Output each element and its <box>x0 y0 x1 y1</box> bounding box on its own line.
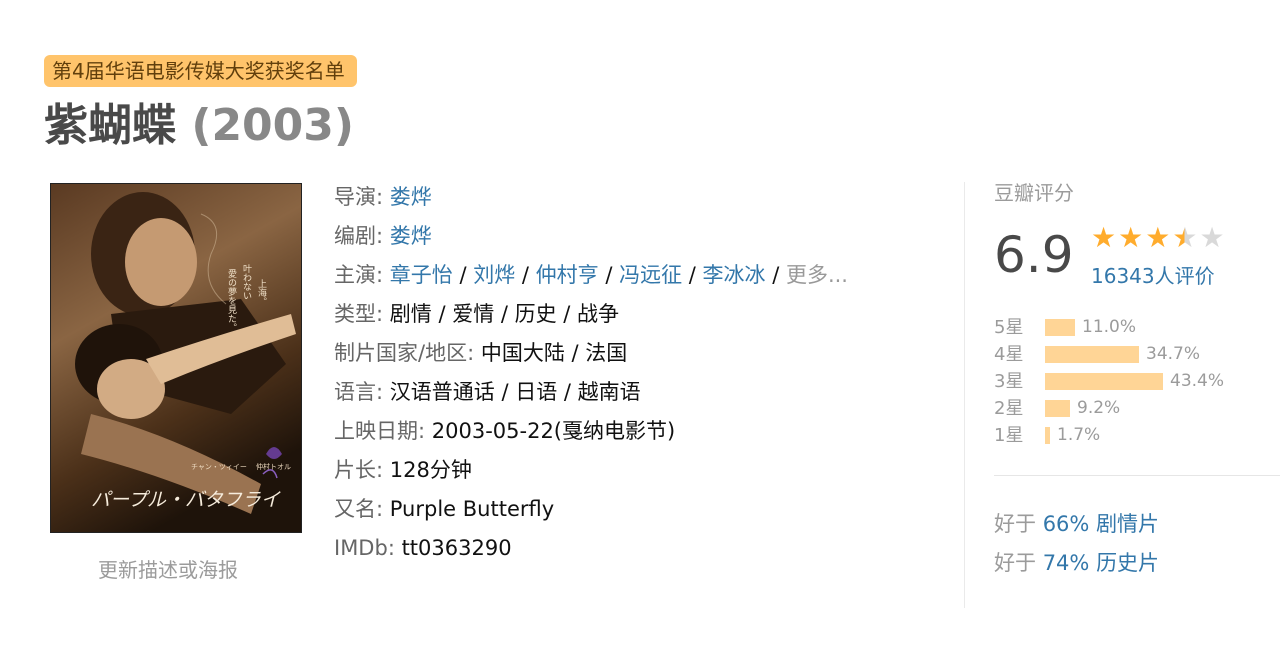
language-value: 汉语普通话 / 日语 / 越南语 <box>389 380 641 404</box>
runtime-row: 片长: 128分钟 <box>334 451 934 490</box>
distribution-label: 1星 <box>994 425 1024 446</box>
better-than-row: 好于 66% 剧情片 <box>994 505 1159 544</box>
release-value: 2003-05-22(戛纳电影节) <box>431 419 676 443</box>
writer-label: 编剧 <box>334 224 376 248</box>
distribution-bar <box>1045 427 1050 444</box>
better-than-prefix: 好于 <box>994 551 1036 575</box>
distribution-row: 3星 43.4% <box>994 368 1224 395</box>
imdb-value: tt0363290 <box>401 536 512 560</box>
distribution-percent: 1.7% <box>1057 425 1101 445</box>
better-than-row: 好于 74% 历史片 <box>994 544 1159 583</box>
country-label: 制片国家/地区: <box>334 341 475 365</box>
star-full-icon: ★ <box>1118 221 1144 254</box>
rating-title: 豆瓣评分 <box>994 181 1074 205</box>
distribution-percent: 9.2% <box>1077 398 1121 418</box>
release-row: 上映日期: 2003-05-22(戛纳电影节) <box>334 412 934 451</box>
distribution-percent: 34.7% <box>1146 344 1201 364</box>
svg-text:叶わない: 叶わない <box>241 264 252 300</box>
distribution-percent: 43.4% <box>1170 371 1225 391</box>
cast-link[interactable]: 李冰冰 <box>703 263 766 287</box>
movie-poster[interactable]: 上海。 叶わない 愛の夢を見た。 チャン・ツィイー 仲村トオル パープル・バタフ… <box>50 183 302 533</box>
update-description-link[interactable]: 更新描述或海报 <box>98 554 238 583</box>
distribution-bar <box>1045 373 1163 390</box>
rating-distribution: 5星 11.0% 4星 34.7% 3星 43.4% 2星 9.2% 1星 1.… <box>994 314 1224 449</box>
genre-value: 剧情 / 爱情 / 历史 / 战争 <box>389 302 620 326</box>
writer-row: 编剧: 娄烨 <box>334 224 432 248</box>
svg-text:パープル・バタフライ: パープル・バタフライ <box>91 489 281 511</box>
rating-panel: 豆瓣评分 6.9 ★ ★ ★ ★ ★ 16343人评价 5星 11.0% 4星 … <box>994 178 1280 575</box>
cast-more-link[interactable]: 更多... <box>786 263 848 287</box>
distribution-bar <box>1045 346 1139 363</box>
star-full-icon: ★ <box>1145 221 1171 254</box>
cast-link[interactable]: 章子怡 <box>390 263 453 287</box>
distribution-bar <box>1045 400 1070 417</box>
genre-row: 类型: 剧情 / 爱情 / 历史 / 战争 <box>334 295 934 334</box>
runtime-value: 128分钟 <box>389 458 472 482</box>
runtime-label: 片长: <box>334 458 384 482</box>
svg-text:仲村トオル: 仲村トオル <box>256 462 291 471</box>
svg-text:上海。: 上海。 <box>256 279 267 306</box>
better-than-genre[interactable]: 历史片 <box>1096 551 1159 575</box>
language-label: 语言: <box>334 380 384 404</box>
release-label: 上映日期: <box>334 419 426 443</box>
distribution-label: 5星 <box>994 317 1024 338</box>
country-value: 中国大陆 / 法国 <box>480 341 628 365</box>
votes-link[interactable]: 16343人评价 <box>1091 260 1215 289</box>
cast-row: 主演: 章子怡 / 刘烨 / 仲村亨 / 冯远征 / 李冰冰 / 更多... <box>334 263 848 287</box>
movie-info: 导演: 娄烨 编剧: 娄烨 主演: 章子怡 / 刘烨 / 仲村亨 / 冯远征 /… <box>334 178 934 568</box>
director-label: 导演 <box>334 185 376 209</box>
distribution-bar <box>1045 319 1075 336</box>
movie-year: (2003) <box>191 100 355 151</box>
aka-row: 又名: Purple Butterfly <box>334 490 934 529</box>
cast-link[interactable]: 仲村亨 <box>536 263 599 287</box>
vertical-divider <box>964 182 965 608</box>
rating-score: 6.9 <box>994 226 1074 284</box>
cast-label: 主演 <box>334 263 376 287</box>
movie-name: 紫蝴蝶 <box>44 100 176 151</box>
aka-value: Purple Butterfly <box>389 497 555 521</box>
better-than-percent[interactable]: 74% <box>1043 551 1090 575</box>
distribution-row: 1星 1.7% <box>994 422 1224 449</box>
genre-label: 类型: <box>334 302 384 326</box>
language-row: 语言: 汉语普通话 / 日语 / 越南语 <box>334 373 934 412</box>
distribution-label: 2星 <box>994 398 1024 419</box>
better-than-prefix: 好于 <box>994 512 1036 536</box>
svg-text:チャン・ツィイー: チャン・ツィイー <box>191 463 247 471</box>
imdb-label: IMDb: <box>334 536 395 560</box>
cast-link[interactable]: 刘烨 <box>473 263 515 287</box>
svg-text:愛の夢を見た。: 愛の夢を見た。 <box>226 268 237 332</box>
poster-image: 上海。 叶わない 愛の夢を見た。 チャン・ツィイー 仲村トオル パープル・バタフ… <box>51 184 301 532</box>
distribution-label: 3星 <box>994 371 1024 392</box>
star-empty-icon: ★ <box>1199 221 1225 254</box>
distribution-percent: 11.0% <box>1082 317 1137 337</box>
star-full-icon: ★ <box>1091 221 1117 254</box>
better-than-percent[interactable]: 66% <box>1043 512 1090 536</box>
distribution-label: 4星 <box>994 344 1024 365</box>
page-title: 紫蝴蝶 (2003) <box>44 96 354 156</box>
director-row: 导演: 娄烨 <box>334 185 432 209</box>
director-link[interactable]: 娄烨 <box>390 185 432 209</box>
aka-label: 又名: <box>334 497 384 521</box>
cast-link[interactable]: 冯远征 <box>619 263 682 287</box>
rating-divider <box>994 475 1280 476</box>
distribution-row: 4星 34.7% <box>994 341 1224 368</box>
distribution-row: 2星 9.2% <box>994 395 1224 422</box>
distribution-row: 5星 11.0% <box>994 314 1224 341</box>
country-row: 制片国家/地区: 中国大陆 / 法国 <box>334 334 934 373</box>
award-tag[interactable]: 第4届华语电影传媒大奖获奖名单 <box>44 55 357 87</box>
imdb-row: IMDb: tt0363290 <box>334 529 934 568</box>
better-than-genre[interactable]: 剧情片 <box>1096 512 1159 536</box>
rating-stars: ★ ★ ★ ★ ★ <box>1091 224 1225 252</box>
star-half-icon: ★ <box>1172 221 1198 254</box>
better-than: 好于 66% 剧情片 好于 74% 历史片 <box>994 505 1159 583</box>
writer-link[interactable]: 娄烨 <box>390 224 432 248</box>
